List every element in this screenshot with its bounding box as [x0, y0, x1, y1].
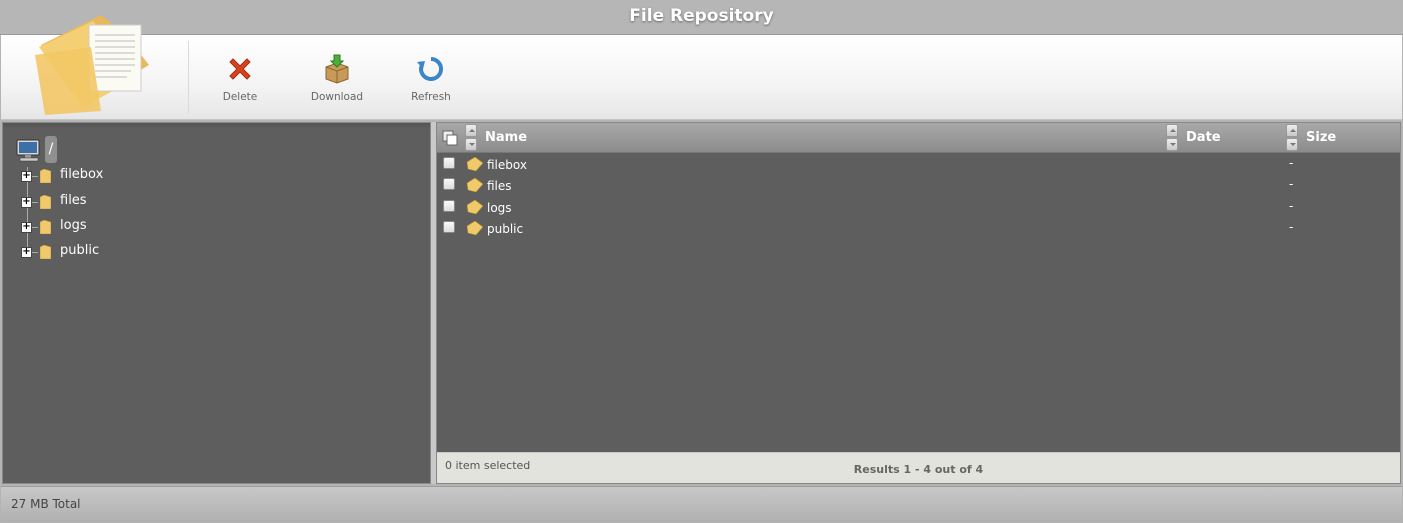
row-checkbox[interactable]: [443, 200, 455, 212]
expand-icon[interactable]: +: [21, 171, 32, 182]
download-icon: [325, 54, 349, 84]
column-header-date[interactable]: Date: [1186, 130, 1221, 145]
grid-header: Name Date Size: [437, 123, 1400, 153]
delete-label: Delete: [222, 91, 258, 103]
folder-logo-icon: [35, 15, 149, 115]
row-size: -: [1289, 199, 1294, 213]
file-grid-panel: Name Date Size filebox - files - logs - …: [436, 122, 1401, 484]
download-label: Download: [310, 91, 364, 103]
window-title: File Repository: [629, 6, 774, 26]
expand-icon[interactable]: +: [21, 197, 32, 208]
table-row[interactable]: public -: [437, 218, 1400, 239]
name-sort-control[interactable]: [464, 123, 478, 153]
row-size: -: [1289, 156, 1294, 170]
row-name: filebox: [487, 158, 527, 172]
delete-icon: [229, 58, 251, 80]
status-bar: 27 MB Total: [1, 486, 1402, 522]
tree-item-label: public: [60, 243, 100, 258]
table-row[interactable]: files -: [437, 175, 1400, 196]
folder-icon: [467, 221, 483, 235]
size-sort-control[interactable]: [1285, 123, 1299, 153]
download-button[interactable]: Download: [302, 53, 372, 103]
folder-tree-panel: / + filebox + files + logs + public: [2, 122, 431, 484]
row-size: -: [1289, 177, 1294, 191]
storage-total: 27 MB Total: [11, 497, 81, 511]
expand-icon[interactable]: +: [21, 222, 32, 233]
select-all-icon[interactable]: [442, 130, 458, 146]
table-row[interactable]: filebox -: [437, 154, 1400, 175]
grid-footer: 0 item selected Results 1 - 4 out of 4: [437, 452, 1400, 483]
row-checkbox[interactable]: [443, 157, 455, 169]
delete-button[interactable]: Delete: [205, 53, 275, 103]
toolbar-divider: [188, 41, 189, 113]
folder-icon: [40, 245, 51, 259]
results-count: Results 1 - 4 out of 4: [853, 463, 984, 476]
row-name: files: [487, 179, 512, 193]
row-name: public: [487, 222, 524, 236]
title-bar: File Repository: [0, 0, 1403, 35]
refresh-button[interactable]: Refresh: [396, 53, 466, 103]
date-sort-control[interactable]: [1165, 123, 1179, 153]
folder-icon: [467, 178, 483, 192]
column-header-name[interactable]: Name: [485, 130, 527, 145]
folder-icon: [40, 220, 51, 234]
tree-item-label: files: [60, 193, 87, 208]
tree-item-label: filebox: [60, 167, 104, 182]
row-size: -: [1289, 220, 1294, 234]
column-header-size[interactable]: Size: [1306, 130, 1336, 145]
folder-icon: [40, 169, 51, 183]
toolbar: Delete Download Refresh: [1, 15, 1402, 120]
table-row[interactable]: logs -: [437, 197, 1400, 218]
refresh-icon: [417, 56, 444, 81]
refresh-label: Refresh: [411, 91, 451, 103]
folder-icon: [467, 200, 483, 214]
folder-icon: [467, 157, 483, 171]
computer-icon: [16, 139, 40, 162]
folder-icon: [40, 195, 51, 209]
tree-root-label[interactable]: /: [45, 136, 57, 163]
row-checkbox[interactable]: [443, 221, 455, 233]
row-name: logs: [487, 201, 512, 215]
expand-icon[interactable]: +: [21, 247, 32, 258]
row-checkbox[interactable]: [443, 178, 455, 190]
tree-item-label: logs: [60, 218, 87, 233]
